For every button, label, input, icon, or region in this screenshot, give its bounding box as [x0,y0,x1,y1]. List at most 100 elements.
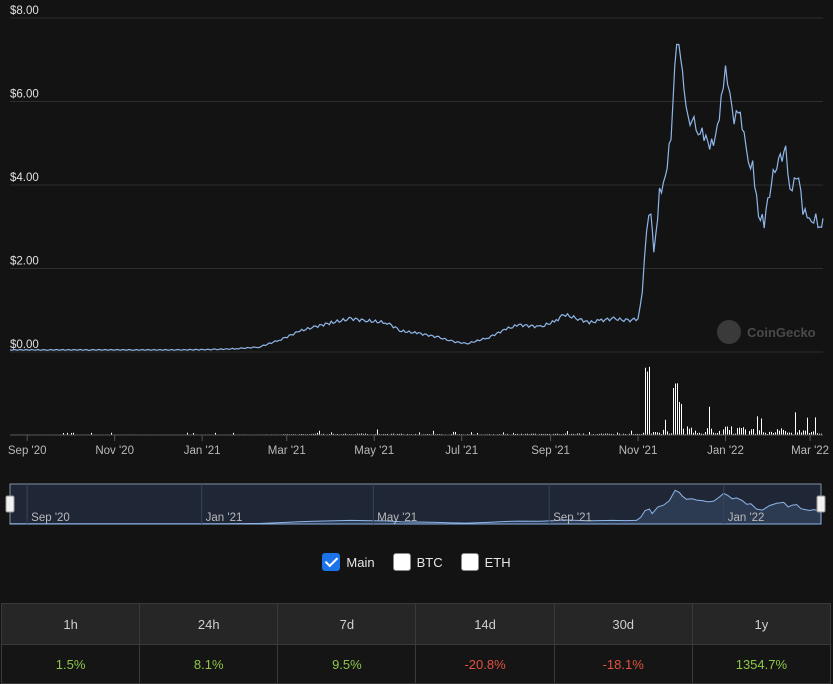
volume-bar [319,430,320,435]
volume-bar [761,418,762,435]
value-30d: -18.1% [553,644,693,684]
volume-bar [687,426,688,435]
y-tick-label: $2.00 [10,256,39,268]
volume-bar [813,431,814,435]
y-tick-label: $8.00 [10,5,39,17]
legend-item-eth[interactable]: ETH [460,553,511,571]
value-1y: 1354.7% [691,644,832,684]
volume-bar [723,429,724,435]
x-tick-label: Nov '21 [619,445,658,457]
legend-label-eth: ETH [484,554,511,570]
x-tick-label: Jan '22 [707,445,744,457]
volume-bar [731,426,732,435]
volume-bar [649,366,650,435]
volume-bar [567,431,568,435]
navigator-tick-label: May '21 [377,512,417,524]
x-tick-label: Jul '21 [445,445,478,457]
volume-bar [739,427,740,435]
navigator-left-handle[interactable] [5,495,15,513]
value-24h: 8.1% [139,644,279,684]
volume-bar [777,429,778,435]
volume-bar [377,429,378,435]
volume-bar [749,431,750,435]
watermark-text: CoinGecko [747,325,816,340]
price-series-line [9,43,824,352]
x-tick-label: Sep '20 [8,445,47,457]
volume-bar [799,430,800,435]
series-legend: Main BTC ETH [0,553,833,571]
volume-bars [11,366,822,435]
volume-bar [745,429,746,435]
btc-checkbox[interactable] [392,553,411,571]
volume-bar [725,426,726,435]
volume-bar [741,428,742,435]
header-1y: 1y [691,603,832,645]
header-24h: 24h [139,603,279,645]
volume-bar [647,371,648,435]
volume-bar [803,430,804,435]
volume-bar [691,427,692,435]
volume-bar [779,430,780,435]
main-checkbox[interactable] [322,553,341,571]
performance-value-row: 1.5% 8.1% 9.5% -20.8% -18.1% 1354.7% [0,644,832,684]
volume-bar [743,427,744,435]
y-tick-label: $6.00 [10,89,39,101]
header-30d: 30d [553,603,693,645]
volume-bar [751,429,752,435]
volume-bar [681,403,682,435]
coingecko-logo-icon [717,320,741,344]
volume-bar [737,428,738,435]
volume-bar [665,419,666,435]
volume-bar [757,416,758,435]
legend-item-main[interactable]: Main [322,553,375,571]
x-tick-label: Mar '22 [791,445,829,457]
volume-bar [695,430,696,435]
volume-bar [781,428,782,435]
x-tick-label: Jan '21 [184,445,221,457]
volume-bar [675,383,676,435]
volume-bar [719,430,720,435]
navigator-tick-label: Jan '21 [206,512,243,524]
x-tick-label: May '21 [354,445,394,457]
value-1h: 1.5% [0,644,141,684]
y-axis-labels: $0.00$2.00$4.00$6.00$8.00 [10,5,39,351]
header-1h: 1h [0,603,141,645]
volume-bar [805,430,806,435]
value-7d: 9.5% [277,644,417,684]
performance-header-row: 1h 24h 7d 14d 30d 1y [0,603,832,645]
volume-bar [667,431,668,435]
header-7d: 7d [277,603,417,645]
volume-bar [433,430,434,435]
y-tick-label: $4.00 [10,172,39,184]
performance-table: 1h 24h 7d 14d 30d 1y 1.5% 8.1% 9.5% -20.… [0,603,832,684]
volume-bar [815,417,816,435]
eth-checkbox[interactable] [460,553,479,571]
volume-bar [689,428,690,435]
x-tick-label: Mar '21 [268,445,306,457]
volume-bar [785,431,786,435]
price-chart: $0.00$2.00$4.00$6.00$8.00 CoinGecko Sep … [5,5,829,525]
watermark: CoinGecko [717,320,816,344]
volume-bar [663,429,664,435]
volume-bar [783,429,784,435]
volume-bar [729,430,730,435]
x-axis-labels: Sep '20 Nov '20 Jan '21 Mar '21 May '21 Jul '… [8,435,829,457]
volume-bar [753,429,754,435]
navigator-tick-label: Jan '22 [728,512,765,524]
volume-bar [807,417,808,435]
volume-bar [795,412,796,435]
legend-label-main: Main [346,554,375,570]
volume-bar [645,367,646,435]
header-14d: 14d [415,603,555,645]
x-tick-label: Sep '21 [531,445,570,457]
legend-item-btc[interactable]: BTC [392,553,443,571]
navigator-tick-label: Sep '21 [553,512,592,524]
range-navigator[interactable]: Sep '20 Jan '21 May '21 Sep '21 Jan '22 [5,483,826,525]
navigator-right-handle[interactable] [816,495,826,513]
volume-bar [759,430,760,435]
volume-bar [707,428,708,435]
volume-bar [709,406,710,435]
volume-bar [683,428,684,435]
volume-bar [711,428,712,435]
volume-bar [631,430,632,435]
